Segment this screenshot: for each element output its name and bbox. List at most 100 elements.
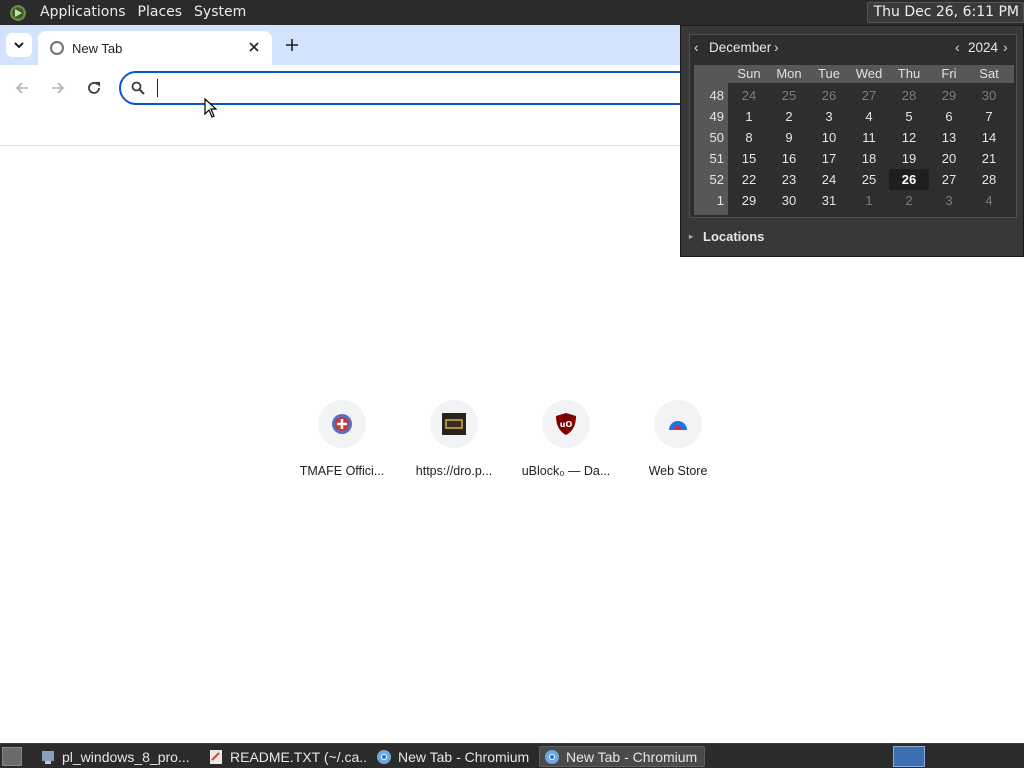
week-number: 52 xyxy=(709,172,724,187)
calendar-day[interactable]: 2 xyxy=(889,190,929,211)
calendar-day[interactable]: 3 xyxy=(929,190,969,211)
top-panel: Applications Places System Thu Dec 26, 6… xyxy=(0,0,1024,25)
show-desktop-button[interactable] xyxy=(2,747,22,766)
taskbar-item[interactable]: README.TXT (~/.ca... xyxy=(204,746,368,767)
calendar-day[interactable]: 23 xyxy=(769,169,809,190)
calendar-day[interactable]: 21 xyxy=(969,148,1009,169)
tab-new-tab[interactable]: New Tab xyxy=(38,31,272,65)
calendar-day[interactable]: 4 xyxy=(849,106,889,127)
week-number: 1 xyxy=(716,193,724,208)
clock-applet[interactable]: Thu Dec 26, 6:11 PM xyxy=(866,2,1024,23)
next-year-button[interactable]: › xyxy=(1003,40,1013,54)
calendar-grid: Sun Mon Tue Wed Thu Fri Sat 48 24 25 26 27 28 29 30 49 1… xyxy=(694,65,1014,215)
calendar-day[interactable]: 17 xyxy=(809,148,849,169)
tab-search-button[interactable] xyxy=(6,33,32,57)
omnibox-input[interactable] xyxy=(155,77,695,99)
calendar-popup: ‹ December › ‹ 2024 › Sun Mon Tue Wed Thu Fri… xyxy=(680,25,1024,257)
calendar-day[interactable]: 13 xyxy=(929,127,969,148)
mouse-pointer-icon xyxy=(204,98,218,118)
shortcut-label: https://dro.p... xyxy=(415,464,493,478)
calendar-day[interactable]: 27 xyxy=(849,85,889,106)
calendar-day[interactable]: 14 xyxy=(969,127,1009,148)
new-tab-favicon-icon xyxy=(50,41,64,55)
taskbar-item[interactable]: New Tab - Chromium xyxy=(372,746,536,767)
shortcut-label: Web Store xyxy=(648,464,708,478)
applications-logo-icon[interactable] xyxy=(8,2,28,23)
reload-button[interactable] xyxy=(82,76,106,100)
new-tab-button[interactable] xyxy=(281,34,303,56)
calendar-day[interactable]: 26 xyxy=(809,85,849,106)
svg-text:uO: uO xyxy=(560,420,573,429)
chromium-icon xyxy=(377,749,391,764)
back-button[interactable] xyxy=(10,76,34,100)
calendar-day[interactable]: 25 xyxy=(849,169,889,190)
shortcut-tile[interactable]: https://dro.p... xyxy=(398,400,510,478)
calendar-day[interactable]: 15 xyxy=(729,148,769,169)
calendar-day[interactable]: 28 xyxy=(889,85,929,106)
calendar-day[interactable]: 30 xyxy=(969,85,1009,106)
locations-label: Locations xyxy=(703,229,765,244)
calendar-day[interactable]: 16 xyxy=(769,148,809,169)
calendar-day[interactable]: 1 xyxy=(729,106,769,127)
calendar-day[interactable]: 10 xyxy=(809,127,849,148)
calendar-day[interactable]: 19 xyxy=(889,148,929,169)
calendar-day[interactable]: 30 xyxy=(769,190,809,211)
calendar-day[interactable]: 29 xyxy=(729,190,769,211)
calendar-header: ‹ December › ‹ 2024 › xyxy=(690,35,1018,61)
tmafe-icon xyxy=(332,414,352,434)
locations-expander[interactable]: ▸ Locations xyxy=(689,229,764,244)
places-menu[interactable]: Places xyxy=(132,0,189,25)
workspace-switcher[interactable] xyxy=(893,746,925,767)
day-name-mon: Mon xyxy=(776,66,802,81)
calendar-day[interactable]: 3 xyxy=(809,106,849,127)
calendar-day[interactable]: 29 xyxy=(929,85,969,106)
calendar-day[interactable]: 24 xyxy=(809,169,849,190)
taskbar-item-label: pl_windows_8_pro... xyxy=(62,748,190,765)
calendar-day[interactable]: 24 xyxy=(729,85,769,106)
system-menu[interactable]: System xyxy=(188,0,252,25)
applications-menu[interactable]: Applications xyxy=(34,0,132,25)
shortcut-label: TMAFE Offici... xyxy=(299,464,385,478)
prev-year-button[interactable]: ‹ xyxy=(955,40,965,54)
calendar-day[interactable]: 2 xyxy=(769,106,809,127)
calendar-day[interactable]: 6 xyxy=(929,106,969,127)
prev-month-button[interactable]: ‹ xyxy=(694,40,704,54)
reload-icon xyxy=(88,82,100,94)
calendar-day[interactable]: 12 xyxy=(889,127,929,148)
calendar-day[interactable]: 7 xyxy=(969,106,1009,127)
forward-button[interactable] xyxy=(46,76,70,100)
calendar-day[interactable]: 25 xyxy=(769,85,809,106)
next-month-button[interactable]: › xyxy=(774,40,784,54)
week-number: 50 xyxy=(709,130,724,145)
expander-arrow-icon: ▸ xyxy=(689,231,694,241)
taskbar-item[interactable]: pl_windows_8_pro... xyxy=(36,746,200,767)
plus-icon xyxy=(286,39,298,51)
calendar-day[interactable]: 9 xyxy=(769,127,809,148)
calendar-month: December xyxy=(709,40,772,55)
shortcut-tile[interactable]: uO uBlock₀ — Da... xyxy=(510,400,622,478)
calendar-day[interactable]: 5 xyxy=(889,106,929,127)
taskbar-item-label: New Tab - Chromium xyxy=(566,748,698,765)
shortcut-tile[interactable]: TMAFE Offici... xyxy=(286,400,398,478)
calendar-year: 2024 xyxy=(968,40,999,55)
calendar-day[interactable]: 27 xyxy=(929,169,969,190)
calendar-day[interactable]: 4 xyxy=(969,190,1009,211)
calendar-day[interactable]: 28 xyxy=(969,169,1009,190)
arrow-right-icon xyxy=(52,82,65,94)
taskbar-item-label: New Tab - Chromium xyxy=(398,748,530,765)
calendar-day[interactable]: 1 xyxy=(849,190,889,211)
calendar-day[interactable]: 8 xyxy=(729,127,769,148)
calendar-day[interactable]: 22 xyxy=(729,169,769,190)
taskbar-item-active[interactable]: New Tab - Chromium xyxy=(539,746,705,767)
calendar-day[interactable]: 20 xyxy=(929,148,969,169)
close-tab-button[interactable] xyxy=(246,39,262,55)
week-number: 51 xyxy=(709,151,724,166)
shortcut-icon-container xyxy=(430,400,478,448)
calendar-day[interactable]: 18 xyxy=(849,148,889,169)
calendar-day-today[interactable]: 26 xyxy=(889,169,929,190)
shortcut-tile[interactable]: Web Store xyxy=(622,400,734,478)
text-editor-icon xyxy=(210,749,222,764)
week-number: 49 xyxy=(709,109,724,124)
calendar-day[interactable]: 11 xyxy=(849,127,889,148)
calendar-day[interactable]: 31 xyxy=(809,190,849,211)
